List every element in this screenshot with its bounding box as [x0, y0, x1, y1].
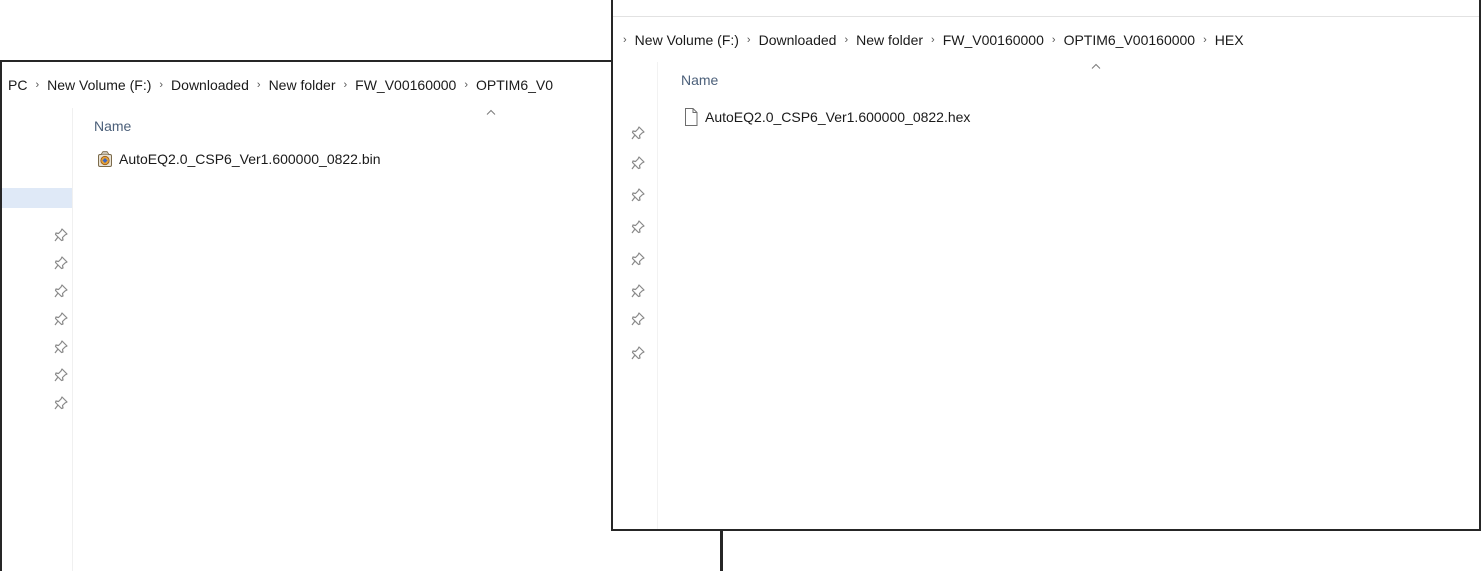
breadcrumb-item-new-folder[interactable]: New folder — [269, 77, 336, 93]
chevron-right-icon[interactable]: › — [747, 34, 751, 46]
chevron-right-icon[interactable]: › — [1203, 34, 1207, 46]
window-edge-line — [721, 531, 723, 571]
breadcrumb-item-optim6-folder[interactable]: OPTIM6_V00160000 — [1064, 32, 1196, 48]
navigation-pane — [613, 62, 658, 529]
pin-icon[interactable] — [631, 284, 645, 298]
window-top-strip — [613, 0, 1479, 17]
explorer-window-front: › New Volume (F:) › Downloaded › New fol… — [611, 0, 1481, 531]
chevron-right-icon[interactable]: › — [1052, 34, 1056, 46]
chevron-right-icon[interactable]: › — [931, 34, 935, 46]
file-row[interactable]: AutoEQ2.0_CSP6_Ver1.600000_0822.bin — [97, 150, 381, 168]
pin-icon[interactable] — [54, 396, 68, 410]
file-name[interactable]: AutoEQ2.0_CSP6_Ver1.600000_0822.bin — [119, 151, 381, 167]
pin-icon[interactable] — [54, 256, 68, 270]
pin-icon[interactable] — [54, 340, 68, 354]
breadcrumb-item-downloaded[interactable]: Downloaded — [171, 77, 249, 93]
pin-icon[interactable] — [54, 284, 68, 298]
breadcrumb-item-fw-folder[interactable]: FW_V00160000 — [355, 77, 456, 93]
breadcrumb: › New Volume (F:) › Downloaded › New fol… — [613, 20, 1479, 60]
pin-icon[interactable] — [54, 368, 68, 382]
column-header-name[interactable]: Name — [94, 118, 131, 134]
screenshot-canvas: PC › New Volume (F:) › Downloaded › New … — [0, 0, 1481, 571]
file-name[interactable]: AutoEQ2.0_CSP6_Ver1.600000_0822.hex — [705, 109, 970, 125]
pin-icon[interactable] — [54, 312, 68, 326]
breadcrumb-item-pc[interactable]: PC — [8, 77, 27, 93]
sort-ascending-icon[interactable] — [486, 109, 496, 115]
chevron-right-icon[interactable]: › — [343, 79, 347, 91]
pin-icon[interactable] — [631, 312, 645, 326]
breadcrumb-item-fw-folder[interactable]: FW_V00160000 — [943, 32, 1044, 48]
breadcrumb-item-hex-folder[interactable]: HEX — [1215, 32, 1244, 48]
navigation-pane — [2, 108, 73, 571]
chevron-right-icon[interactable]: › — [159, 79, 163, 91]
pin-icon[interactable] — [631, 220, 645, 234]
breadcrumb-item-new-volume[interactable]: New Volume (F:) — [47, 77, 151, 93]
chevron-right-icon[interactable]: › — [623, 34, 627, 46]
breadcrumb-item-new-volume[interactable]: New Volume (F:) — [635, 32, 739, 48]
chevron-right-icon[interactable]: › — [257, 79, 261, 91]
chevron-right-icon[interactable]: › — [464, 79, 468, 91]
column-header-name[interactable]: Name — [681, 72, 718, 88]
pin-icon[interactable] — [631, 126, 645, 140]
pin-icon[interactable] — [631, 346, 645, 360]
chevron-right-icon[interactable]: › — [844, 34, 848, 46]
bin-file-icon — [97, 150, 113, 168]
pin-icon[interactable] — [54, 228, 68, 242]
chevron-right-icon[interactable]: › — [35, 79, 39, 91]
breadcrumb-item-downloaded[interactable]: Downloaded — [759, 32, 837, 48]
sort-ascending-icon[interactable] — [1091, 63, 1101, 69]
blank-file-icon — [683, 108, 699, 126]
breadcrumb-item-optim6-folder[interactable]: OPTIM6_V0 — [476, 77, 553, 93]
pin-icon[interactable] — [631, 156, 645, 170]
pin-icon[interactable] — [631, 188, 645, 202]
pin-icon[interactable] — [631, 252, 645, 266]
file-row[interactable]: AutoEQ2.0_CSP6_Ver1.600000_0822.hex — [683, 108, 970, 126]
breadcrumb-item-new-folder[interactable]: New folder — [856, 32, 923, 48]
